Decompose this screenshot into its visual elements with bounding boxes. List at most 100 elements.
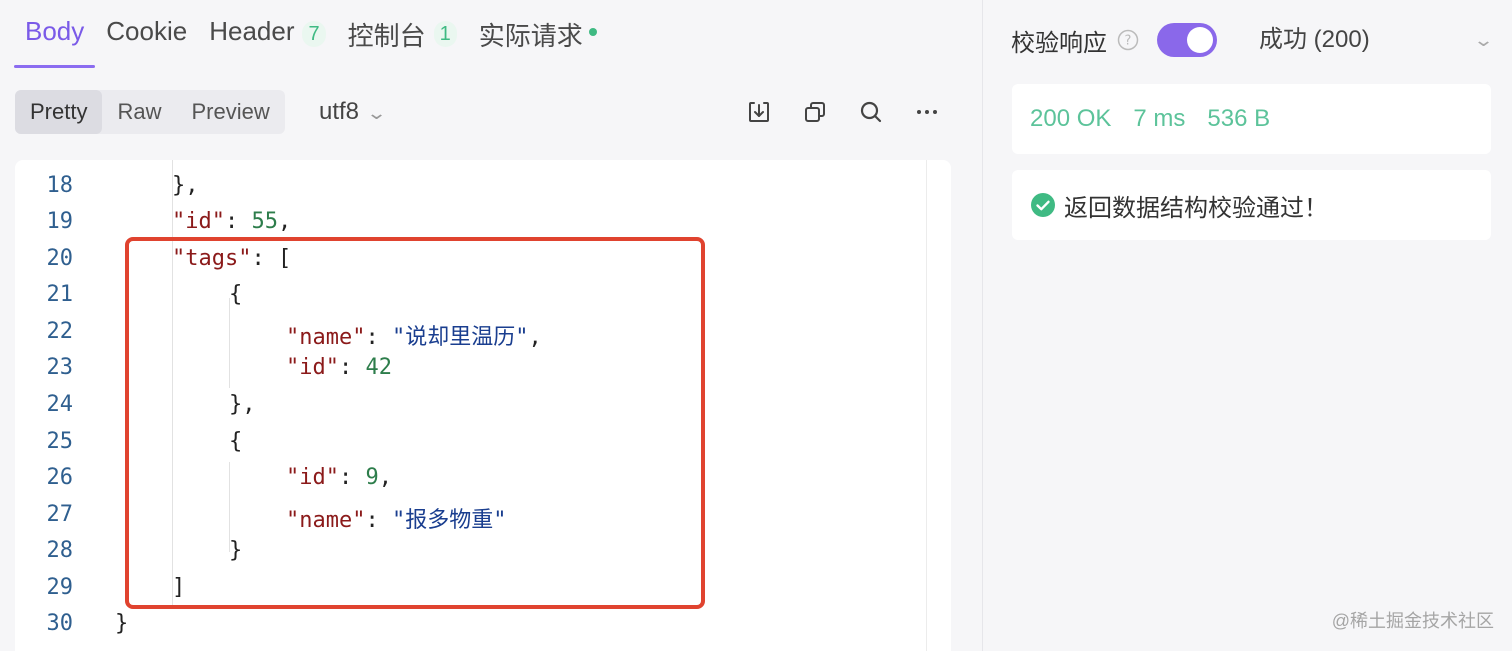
json-string: "报多物重"	[391, 508, 507, 533]
line-number: 24	[46, 392, 74, 417]
tab-label: 控制台	[347, 21, 426, 51]
code-punct: :	[338, 465, 366, 490]
json-key: "id"	[286, 465, 339, 490]
validation-result-message: 返回数据结构校验通过！	[1064, 194, 1328, 222]
line-number: 22	[46, 319, 74, 344]
code-line: }	[229, 538, 242, 563]
line-number: 29	[46, 575, 74, 600]
code-punct: },	[229, 392, 256, 417]
line-number: 27	[46, 502, 74, 527]
copy-icon[interactable]	[787, 90, 843, 134]
code-punct: :	[251, 246, 278, 271]
json-number: 42	[365, 355, 392, 380]
line-number: 23	[46, 355, 74, 380]
code-line: "id": 9,	[286, 465, 392, 490]
code-line: {	[229, 282, 242, 307]
json-number: 55	[251, 209, 278, 234]
validate-response-label: 校验响应	[1011, 29, 1107, 57]
line-number: 21	[46, 282, 74, 307]
svg-text:?: ?	[1125, 34, 1132, 49]
code-punct: }	[115, 611, 129, 636]
line-number: 18	[46, 173, 74, 198]
code-line: }	[115, 611, 128, 636]
chevron-down-icon: ⌄	[1472, 30, 1495, 50]
response-size-text: 536 B	[1207, 105, 1271, 132]
validation-panel: 校验响应 ? 成功 (200) ⌄ 200 OK 7 ms 536 B 返回数据…	[983, 0, 1512, 651]
more-icon[interactable]	[899, 90, 955, 134]
toggle-knob	[1187, 27, 1213, 53]
chevron-down-icon: ⌄	[366, 103, 388, 123]
help-icon[interactable]: ?	[1117, 29, 1139, 51]
editor-scrollbar-track[interactable]	[926, 160, 927, 651]
response-metrics-card: 200 OK 7 ms 536 B	[1012, 84, 1491, 154]
line-number: 19	[46, 209, 74, 234]
tab-header[interactable]: Header 7	[198, 0, 336, 68]
line-number: 26	[46, 465, 74, 490]
code-punct: :	[365, 508, 392, 533]
json-key: "name"	[286, 508, 366, 533]
code-line: "tags": [	[172, 246, 291, 271]
tab-console[interactable]: 控制台 1	[337, 0, 468, 68]
code-line: },	[172, 173, 199, 198]
code-punct: ,	[277, 209, 292, 234]
line-number-gutter: 18 19 20 21 22 23 24 25 26 27 28 29 30	[15, 160, 95, 651]
validate-response-toggle[interactable]	[1157, 23, 1217, 57]
code-punct: ,	[378, 465, 392, 490]
encoding-select[interactable]: utf8 ⌄	[319, 90, 388, 134]
status-dot	[588, 28, 597, 36]
tab-body[interactable]: Body	[14, 0, 96, 68]
response-tabs: Body Cookie Header 7 控制台 1 实际请求	[14, 0, 608, 68]
json-key: "id"	[286, 355, 339, 380]
tab-actual-request[interactable]: 实际请求	[468, 0, 608, 68]
check-circle-icon	[1031, 193, 1055, 217]
expected-status-value: 成功 (200)	[1259, 26, 1370, 53]
code-punct: },	[172, 173, 199, 198]
view-mode-switch: Pretty Raw Preview	[15, 90, 285, 134]
search-icon[interactable]	[843, 90, 899, 134]
response-time-text: 7 ms	[1133, 105, 1186, 132]
code-punct: :	[365, 325, 392, 350]
code-line: "name": "报多物重"	[286, 502, 506, 534]
status-code-text: 200 OK	[1030, 105, 1112, 132]
response-toolbar: Pretty Raw Preview utf8 ⌄	[15, 90, 955, 134]
json-key: "name"	[286, 325, 366, 350]
view-preview-button[interactable]: Preview	[176, 90, 284, 134]
tab-label: Header	[209, 16, 295, 46]
expected-status-select[interactable]: 成功 (200) ⌄	[1259, 20, 1495, 60]
tab-label: Cookie	[106, 16, 188, 46]
code-punct: :	[224, 209, 252, 234]
code-punct: {	[229, 282, 243, 307]
code-punct: ]	[172, 575, 186, 600]
line-number: 20	[46, 246, 74, 271]
validate-response-row: 校验响应 ? 成功 (200) ⌄	[1011, 20, 1495, 60]
json-string: "说却里温历"	[391, 325, 529, 350]
code-line: "id": 55,	[172, 209, 291, 234]
json-number: 9	[365, 465, 379, 490]
encoding-value: utf8	[319, 98, 360, 125]
tab-label: 实际请求	[478, 21, 583, 51]
line-number: 30	[46, 611, 74, 636]
watermark: @稀土掘金技术社区	[1331, 611, 1494, 631]
view-pretty-button[interactable]: Pretty	[15, 90, 103, 134]
tab-cookie[interactable]: Cookie	[95, 0, 198, 68]
response-panel: Body Cookie Header 7 控制台 1 实际请求 Pretty Raw…	[0, 0, 982, 651]
code-line: },	[229, 392, 256, 417]
console-count-badge: 1	[433, 21, 457, 47]
download-icon[interactable]	[731, 90, 787, 134]
code-editor[interactable]: 18 19 20 21 22 23 24 25 26 27 28 29 30 }…	[15, 160, 951, 651]
header-count-badge: 7	[302, 21, 326, 47]
code-punct: {	[229, 429, 243, 454]
code-punct: ,	[528, 325, 542, 350]
indent-guide	[229, 298, 230, 388]
json-key: "id"	[172, 209, 225, 234]
line-number: 28	[46, 538, 74, 563]
code-line: {	[229, 429, 242, 454]
code-line: ]	[172, 575, 185, 600]
code-punct: }	[229, 538, 243, 563]
code-punct: [	[277, 246, 292, 271]
code-punct: :	[338, 355, 366, 380]
line-number: 25	[46, 429, 74, 454]
validation-result-card: 返回数据结构校验通过！	[1012, 170, 1491, 240]
code-line: "name": "说却里温历",	[286, 319, 542, 351]
view-raw-button[interactable]: Raw	[102, 90, 176, 134]
